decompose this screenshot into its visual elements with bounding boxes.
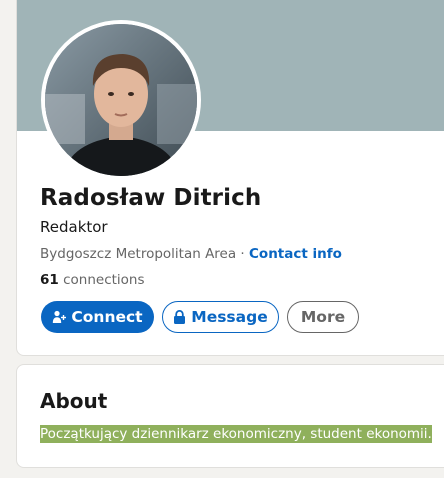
about-card: About Początkujący dziennikarz ekonomicz… bbox=[16, 364, 444, 468]
profile-name: Radosław Ditrich bbox=[40, 185, 262, 211]
message-label: Message bbox=[191, 308, 268, 326]
lock-icon bbox=[174, 310, 186, 324]
more-label: More bbox=[300, 308, 346, 326]
profile-card: Radosław Ditrich Redaktor Bydgoszcz Metr… bbox=[16, 0, 444, 356]
connections-count: 61 bbox=[40, 272, 59, 288]
message-button[interactable]: Message bbox=[162, 301, 279, 333]
profile-headline: Redaktor bbox=[40, 218, 108, 236]
connect-button[interactable]: Connect bbox=[41, 301, 154, 333]
contact-info-link[interactable]: Contact info bbox=[249, 246, 342, 262]
add-person-icon bbox=[53, 310, 67, 323]
connect-label: Connect bbox=[71, 308, 143, 326]
location-separator: · bbox=[236, 246, 250, 262]
connections-line[interactable]: 61 connections bbox=[40, 272, 145, 288]
connections-label: connections bbox=[58, 272, 145, 288]
about-text: Początkujący dziennikarz ekonomiczny, st… bbox=[40, 425, 432, 443]
more-button[interactable]: More bbox=[287, 301, 359, 333]
profile-avatar[interactable] bbox=[41, 20, 201, 180]
about-title: About bbox=[40, 389, 108, 413]
profile-location: Bydgoszcz Metropolitan Area bbox=[40, 246, 237, 262]
profile-location-line: Bydgoszcz Metropolitan Area · Contact in… bbox=[40, 246, 342, 262]
avatar-photo bbox=[45, 24, 197, 176]
